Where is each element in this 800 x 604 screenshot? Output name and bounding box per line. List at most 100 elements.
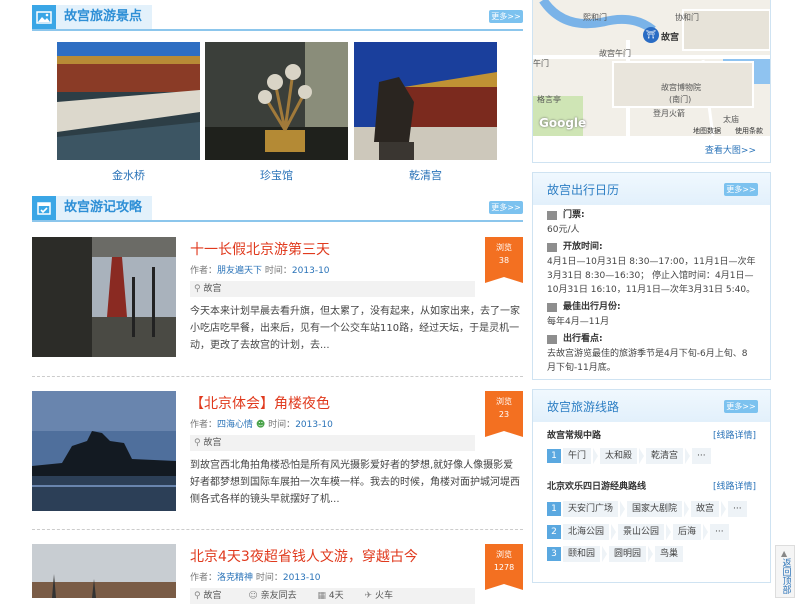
guide-post: 北京4天3夜超省钱人文游，穿越古今 作者：洛克精神 时间：2013-10 ⚲ 故… xyxy=(32,544,523,604)
route-stop-more[interactable]: ··· xyxy=(728,501,747,517)
location-pin-icon: ⚲ xyxy=(194,438,201,448)
arrow-icon xyxy=(602,546,608,562)
arrow-icon xyxy=(703,524,709,540)
post-time: 2013-10 xyxy=(291,266,330,276)
guide-post: 十一长假北京游第三天 作者：朋友遍天下 时间：2013-10 ⚲ 故宫 今天本来… xyxy=(32,237,523,387)
spot-caption[interactable]: 乾清宫 xyxy=(354,167,497,183)
route-stop[interactable]: 景山公园 xyxy=(618,524,665,540)
calendar-item-best-month: 最佳出行月份: xyxy=(533,299,770,315)
calendar-icon: ▦ xyxy=(317,591,327,601)
item-text: 60元/人 xyxy=(547,225,580,235)
panel-header: 故宫出行日历 更多>> xyxy=(533,173,770,205)
route-name[interactable]: 北京欢乐四日游经典路线 xyxy=(547,479,646,492)
route-stop[interactable]: 午门 xyxy=(563,448,592,464)
calendar-icon xyxy=(547,303,557,312)
more-button[interactable]: 更多>> xyxy=(489,10,523,23)
route-stop[interactable]: 故宫 xyxy=(691,501,720,517)
section-header-spots: 故宫旅游景点 更多>> xyxy=(32,5,523,31)
map-label: 故宫博物院 xyxy=(661,83,701,92)
route-stop[interactable]: 颐和园 xyxy=(563,546,601,562)
route-name[interactable]: 故宫常规中路 xyxy=(547,428,601,441)
item-label: 最佳出行月份: xyxy=(563,302,621,312)
route-stop[interactable]: 鸟巢 xyxy=(655,546,684,562)
route-step-number: 2 xyxy=(547,525,561,539)
people-icon: ☺ xyxy=(248,591,258,601)
map-label: (南门) xyxy=(669,95,692,104)
map-label: 协和门 xyxy=(675,13,699,22)
post-meta: 作者：朋友遍天下 时间：2013-10 xyxy=(190,263,330,276)
badge-label: 浏览 xyxy=(496,243,512,252)
picture-icon xyxy=(32,5,56,29)
post-time: 2013-10 xyxy=(295,420,333,430)
route-stop-more[interactable]: ··· xyxy=(692,448,711,464)
author-label: 作者： xyxy=(190,266,218,276)
arrow-icon xyxy=(620,501,626,517)
spot-image-zhenbaoguan[interactable] xyxy=(205,42,348,160)
eye-icon xyxy=(547,335,557,344)
route-step-number: 3 xyxy=(547,547,561,561)
panel-title: 故宫出行日历 xyxy=(547,183,620,197)
plane-icon: ✈ xyxy=(364,591,373,601)
post-description: 到故宫西北角拍角楼恐怕是所有风光摄影爱好者的梦想,就好像人像摄影爱好者都梦想到国… xyxy=(190,460,520,505)
author-link[interactable]: 朋友遍天下 xyxy=(217,266,262,276)
post-title[interactable]: 【北京体会】角楼夜色 xyxy=(190,393,330,413)
spot-caption[interactable]: 金水桥 xyxy=(57,167,200,183)
back-to-top-button[interactable]: ▲ 返回顶部 xyxy=(775,545,795,598)
route-stop[interactable]: 天安门广场 xyxy=(563,501,619,517)
calendar-item-highlights: 出行看点: xyxy=(533,331,770,347)
badge-count: 23 xyxy=(498,410,510,419)
map-label: 格言亭 xyxy=(537,95,561,104)
map-view[interactable]: 熙和门 协和门 ⛩ 故宫 故宫午门 午门 格言亭 故宫博物院 (南门) 登月火箭… xyxy=(533,0,770,136)
post-title[interactable]: 北京4天3夜超省钱人文游，穿越古今 xyxy=(190,546,418,566)
calendar-item-hours: 开放时间: xyxy=(533,239,770,255)
route-stop-more[interactable]: ··· xyxy=(710,524,729,540)
google-logo: Google xyxy=(539,116,587,130)
badge-label: 浏览 xyxy=(496,550,512,559)
map-label[interactable]: 使用条款 xyxy=(735,126,763,136)
route-stop[interactable]: 乾清宫 xyxy=(646,448,684,464)
author-label: 作者： xyxy=(190,573,218,583)
tag-label: 故宫 xyxy=(203,438,222,448)
route-stop[interactable]: 北海公园 xyxy=(563,524,610,540)
author-link[interactable]: 洛克精神 xyxy=(217,573,253,583)
post-title[interactable]: 十一长假北京游第三天 xyxy=(190,239,330,259)
route-stop[interactable]: 国家大剧院 xyxy=(627,501,683,517)
ticket-icon xyxy=(547,211,557,220)
map-label: 午门 xyxy=(533,59,549,68)
more-button[interactable]: 更多>> xyxy=(724,400,758,413)
badge-count: 1278 xyxy=(493,563,515,572)
spot-image-jinshuiqiao[interactable] xyxy=(57,42,200,160)
item-label: 出行看点: xyxy=(563,334,603,344)
calendar-check-icon xyxy=(32,196,56,220)
map-label: 熙和门 xyxy=(583,13,607,22)
route-detail-link[interactable]: [线路详情] xyxy=(713,428,756,441)
author-link[interactable]: 四海心情 xyxy=(217,420,253,430)
map-label: 太庙 xyxy=(723,115,739,124)
route-step-number: 1 xyxy=(547,449,561,463)
tag-label: 故宫 xyxy=(203,591,222,601)
map-panel: 熙和门 协和门 ⛩ 故宫 故宫午门 午门 格言亭 故宫博物院 (南门) 登月火箭… xyxy=(532,0,771,163)
route-detail-link[interactable]: [线路详情] xyxy=(713,479,756,492)
post-image[interactable] xyxy=(32,391,176,511)
route-stop[interactable]: 后海 xyxy=(673,524,702,540)
time-label: 时间： xyxy=(268,420,296,430)
more-button[interactable]: 更多>> xyxy=(489,201,523,214)
view-larger-map-link[interactable]: 查看大图>> xyxy=(705,143,756,156)
spot-image-qianqinggong[interactable] xyxy=(354,42,497,160)
travel-calendar-panel: 故宫出行日历 更多>> 门票: 60元/人 开放时间: 4月1日—10月31日 … xyxy=(532,172,771,380)
route-stop[interactable]: 圆明园 xyxy=(609,546,647,562)
post-image[interactable] xyxy=(32,544,176,598)
route-stops: 3 颐和园 圆明园 鸟巢 xyxy=(547,546,685,562)
view-count-badge: 浏览 23 xyxy=(485,391,523,437)
post-description: 今天本来计划早晨去看升旗，但太累了，没有起来，从如家出来，去了一家小吃店吃早餐，… xyxy=(190,306,520,351)
map-label: 登月火箭 xyxy=(653,109,685,118)
more-button[interactable]: 更多>> xyxy=(724,183,758,196)
map-label[interactable]: 地图数据 xyxy=(693,126,721,136)
post-image[interactable] xyxy=(32,237,176,357)
divider xyxy=(32,529,523,530)
route-stop[interactable]: 太和殿 xyxy=(600,448,638,464)
spot-caption[interactable]: 珍宝馆 xyxy=(205,167,348,183)
map-marker[interactable]: ⛩ xyxy=(643,27,659,43)
badge-count: 38 xyxy=(498,256,510,265)
author-label: 作者： xyxy=(190,420,218,430)
